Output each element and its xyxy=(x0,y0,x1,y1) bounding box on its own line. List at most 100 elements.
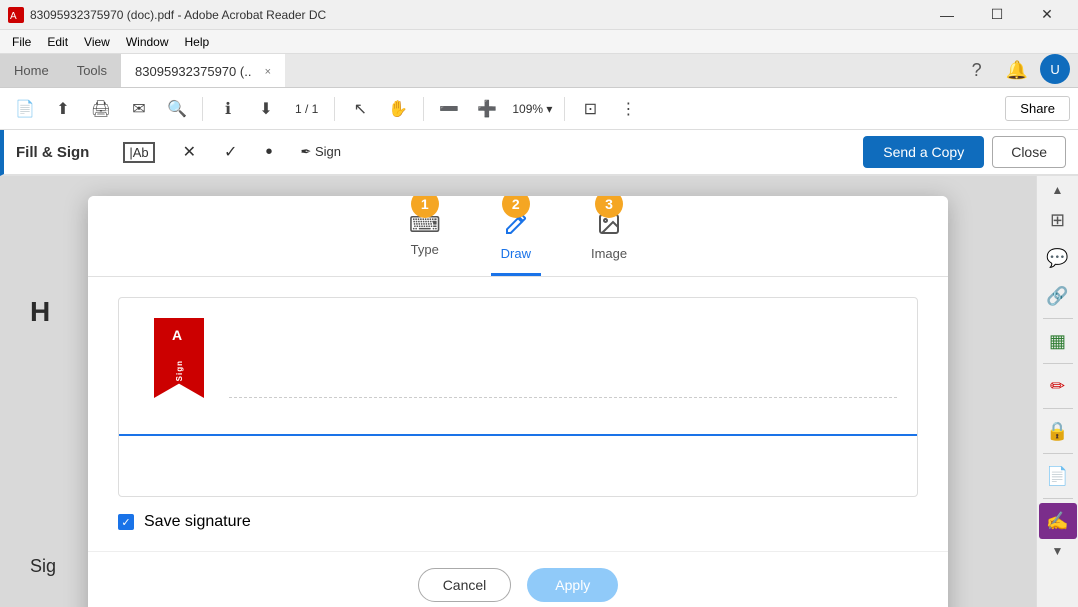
cross-button[interactable]: ✕ xyxy=(173,138,206,166)
sidebar-share-button[interactable]: 🔗 xyxy=(1039,278,1077,314)
signature-guide-line xyxy=(229,397,897,398)
cancel-button[interactable]: Cancel xyxy=(418,568,512,602)
menu-bar: File Edit View Window Help xyxy=(0,30,1078,54)
dot-button[interactable]: • xyxy=(255,137,282,168)
menu-edit[interactable]: Edit xyxy=(39,33,76,51)
maximize-button[interactable]: ☐ xyxy=(974,0,1020,30)
sidebar-separator-5 xyxy=(1043,498,1073,499)
pdf-area: H Sig 1 ⌨ Type 2 xyxy=(0,176,1036,607)
hand-tool-button[interactable]: ✋ xyxy=(381,92,415,126)
tab-help-button[interactable]: ? xyxy=(960,54,994,87)
sign-button[interactable]: ✒ Sign xyxy=(290,140,351,164)
minimize-button[interactable]: — xyxy=(924,0,970,30)
page-number: 1 / 1 xyxy=(287,102,326,116)
dot-icon: • xyxy=(265,141,272,164)
app-icon: A xyxy=(8,7,24,23)
text-field-icon: |Ab xyxy=(123,142,154,163)
email-button[interactable]: ✉ xyxy=(122,92,156,126)
tab-tools-label: Tools xyxy=(77,63,107,78)
tab-image-label: Image xyxy=(591,246,627,261)
save-signature-checkbox[interactable]: ✓ xyxy=(118,514,134,530)
tab-avatar[interactable]: U xyxy=(1040,54,1070,84)
sidebar-scroll-up[interactable]: ▲ xyxy=(1039,180,1077,200)
sidebar-protect-button[interactable]: 🔒 xyxy=(1039,413,1077,449)
menu-help[interactable]: Help xyxy=(177,33,218,51)
menu-window[interactable]: Window xyxy=(118,33,177,51)
select-tool-button[interactable]: ↖ xyxy=(343,92,377,126)
sidebar-export-button[interactable]: 📄 xyxy=(1039,458,1077,494)
fill-sign-label: Fill & Sign xyxy=(16,144,89,161)
acrobat-icon: A Sign xyxy=(149,318,209,408)
tab-close-icon[interactable]: × xyxy=(265,66,271,78)
save-signature-label: Save signature xyxy=(144,513,251,531)
search-button[interactable]: 🔍 xyxy=(160,92,194,126)
sidebar-comment-button[interactable]: 💬 xyxy=(1039,240,1077,276)
tab-type[interactable]: 1 ⌨ Type xyxy=(399,212,451,276)
svg-text:A: A xyxy=(10,11,17,21)
text-field-button[interactable]: |Ab xyxy=(113,138,164,167)
tab-draw-label: Draw xyxy=(501,246,531,261)
sidebar-highlight-button[interactable]: ✏ xyxy=(1039,368,1077,404)
tab-home[interactable]: Home xyxy=(0,54,63,87)
main-area: H Sig 1 ⌨ Type 2 xyxy=(0,176,1078,607)
signature-draw-area[interactable]: A Sign xyxy=(118,297,918,497)
sidebar-scroll-down[interactable]: ▼ xyxy=(1039,541,1077,561)
new-doc-button[interactable]: 📄 xyxy=(8,92,42,126)
signature-baseline xyxy=(119,434,917,436)
toolbar-separator-1 xyxy=(202,97,203,121)
svg-text:A: A xyxy=(172,327,182,343)
sidebar-separator-3 xyxy=(1043,408,1073,409)
menu-file[interactable]: File xyxy=(4,33,39,51)
window-controls: — ☐ ✕ xyxy=(924,0,1070,30)
sidebar-separator-4 xyxy=(1043,453,1073,454)
prev-page-button[interactable]: ⬇ xyxy=(249,92,283,126)
modal-footer: Cancel Apply xyxy=(88,551,948,607)
sidebar-separator-1 xyxy=(1043,318,1073,319)
sidebar-separator-2 xyxy=(1043,363,1073,364)
fill-sign-bar: Fill & Sign |Ab ✕ ✓ • ✒ Sign Send a Copy… xyxy=(0,130,1078,176)
title-bar: A 83095932375970 (doc).pdf - Adobe Acrob… xyxy=(0,0,1078,30)
tab-bell-button[interactable]: 🔔 xyxy=(994,54,1040,87)
zoom-out-button[interactable]: ➖ xyxy=(432,92,466,126)
apply-button[interactable]: Apply xyxy=(527,568,618,602)
modal-overlay: 1 ⌨ Type 2 Draw xyxy=(0,176,1036,607)
save-signature-row: ✓ Save signature xyxy=(118,513,918,531)
sidebar-sign-button[interactable]: ✍ xyxy=(1039,503,1077,539)
sidebar-fill-button[interactable]: ▦ xyxy=(1039,323,1077,359)
tab-image[interactable]: 3 Image xyxy=(581,212,637,276)
print-button[interactable]: 🖨 xyxy=(84,92,118,126)
modal-content: A Sign ✓ Save signature xyxy=(88,277,948,551)
tab-tools[interactable]: Tools xyxy=(63,54,121,87)
toolbar-separator-2 xyxy=(334,97,335,121)
menu-view[interactable]: View xyxy=(76,33,118,51)
tab-home-label: Home xyxy=(14,63,49,78)
modal-tabs: 1 ⌨ Type 2 Draw xyxy=(88,196,948,277)
toolbar-separator-3 xyxy=(423,97,424,121)
close-fill-sign-button[interactable]: Close xyxy=(992,136,1066,168)
zoom-level: 109% ▾ xyxy=(508,102,556,116)
zoom-in-button[interactable]: ➕ xyxy=(470,92,504,126)
cross-icon: ✕ xyxy=(183,142,196,162)
help-info-button[interactable]: ℹ xyxy=(211,92,245,126)
tab-type-label: Type xyxy=(411,242,439,257)
tab-document[interactable]: 83095932375970 (.. × xyxy=(121,54,285,87)
close-window-button[interactable]: ✕ xyxy=(1024,0,1070,30)
tab-draw[interactable]: 2 Draw xyxy=(491,212,541,276)
tab-document-label: 83095932375970 (.. xyxy=(135,64,259,79)
draw-signature-modal: 1 ⌨ Type 2 Draw xyxy=(88,196,948,607)
share-button[interactable]: Share xyxy=(1005,96,1070,121)
pen-sign-icon: ✒ Sign xyxy=(300,144,341,160)
right-sidebar: ▲ ⊞ 💬 🔗 ▦ ✏ 🔒 📄 ✍ ▼ xyxy=(1036,176,1078,607)
scroll-mode-button[interactable]: ⋮ xyxy=(611,92,645,126)
upload-button[interactable]: ⬆ xyxy=(46,92,80,126)
acrobat-sign-text: Sign xyxy=(175,360,184,381)
toolbar-separator-4 xyxy=(564,97,565,121)
sidebar-thumbnail-button[interactable]: ⊞ xyxy=(1039,202,1077,238)
toolbar: 📄 ⬆ 🖨 ✉ 🔍 ℹ ⬇ 1 / 1 ↖ ✋ ➖ ➕ 109% ▾ ⊡ ⋮ S… xyxy=(0,88,1078,130)
checkmark-button[interactable]: ✓ xyxy=(214,138,247,166)
fit-page-button[interactable]: ⊡ xyxy=(573,92,607,126)
tab-bar: Home Tools 83095932375970 (.. × ? 🔔 U xyxy=(0,54,1078,88)
window-title: 83095932375970 (doc).pdf - Adobe Acrobat… xyxy=(30,8,924,22)
send-a-copy-button[interactable]: Send a Copy xyxy=(863,136,984,168)
acrobat-bookmark: A Sign xyxy=(154,318,204,398)
